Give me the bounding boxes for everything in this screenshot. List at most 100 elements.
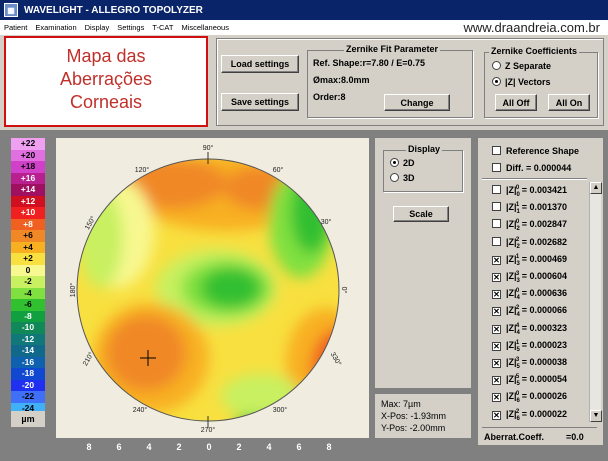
- coefficient-row[interactable]: ✕ |Z|33 = 0.000604: [492, 271, 567, 284]
- zernike-fit-legend: Zernike Fit Parameter: [344, 44, 441, 54]
- all-on-button[interactable]: All On: [548, 94, 590, 111]
- coefficient-row[interactable]: ✕ |Z|51 = 0.000023: [492, 340, 567, 353]
- aberrat-coeff-label: Aberrat.Coeff.: [484, 432, 545, 442]
- scroll-down-icon[interactable]: ▼: [590, 410, 602, 422]
- vectors-radio[interactable]: |Z| Vectors: [492, 77, 551, 87]
- checkbox-checked-icon: ✕: [492, 255, 501, 265]
- scale-button[interactable]: Scale: [393, 206, 449, 222]
- coefficient-value: = 0.000038: [521, 357, 568, 367]
- coefficient-row[interactable]: |Z|20 = 0.002847: [492, 219, 567, 232]
- coefficients-panel: Reference Shape Diff. = 0.000044 |Z|00 =…: [478, 138, 603, 445]
- coefficient-scrollbar[interactable]: ▲ ▼: [589, 182, 602, 422]
- checkbox-checked-icon: ✕: [492, 273, 501, 282]
- scale-cell: +2: [11, 253, 45, 265]
- scale-cell: +10: [11, 207, 45, 219]
- menu-patient[interactable]: Patient: [0, 23, 31, 32]
- zernike-coeffs-legend: Zernike Coefficients: [489, 46, 580, 56]
- coefficient-value: = 0.000022: [521, 408, 568, 419]
- scale-cell: +18: [11, 161, 45, 173]
- radio-circle-icon: [492, 61, 501, 70]
- angle-30: 30°: [321, 218, 332, 226]
- x-axis-ticks: 8 6 4 2 0 2 4 6 8: [56, 440, 369, 454]
- coefficient-row[interactable]: ✕ |Z|44 = 0.000323: [492, 322, 568, 336]
- max-readout: Max: 7µm: [381, 399, 421, 409]
- coefficient-row[interactable]: |Z|22 = 0.002682: [492, 236, 568, 249]
- save-settings-button[interactable]: Save settings: [221, 93, 299, 111]
- change-button[interactable]: Change: [384, 94, 450, 111]
- x-tick: 4: [266, 442, 272, 452]
- order-label: Order:8: [313, 92, 346, 102]
- coefficient-value: = 0.000636: [521, 288, 568, 299]
- zernike-term-label: |Z|44: [506, 322, 520, 336]
- scale-cell: -4: [11, 287, 45, 299]
- coefficient-value: = 0.002682: [521, 236, 568, 247]
- reference-shape-checkbox[interactable]: Reference Shape: [492, 146, 579, 156]
- checkbox-icon: [492, 202, 501, 212]
- coefficient-row[interactable]: ✕ |Z|53 = 0.000038: [492, 357, 567, 370]
- scale-cell: +22: [11, 138, 45, 150]
- load-settings-button[interactable]: Load settings: [221, 55, 299, 73]
- coefficient-row[interactable]: |Z|11 = 0.001370: [492, 202, 567, 215]
- coefficient-row[interactable]: ✕ |Z|31 = 0.000469: [492, 254, 567, 267]
- title-bar: ▦ WAVELIGHT - ALLEGRO TOPOLYZER: [0, 0, 608, 20]
- menu-tcat[interactable]: T-CAT: [148, 23, 177, 32]
- website-watermark: www.draandreia.com.br: [463, 20, 600, 35]
- angle-270: 270°: [201, 426, 216, 434]
- x-tick: 0: [206, 442, 212, 452]
- zernike-term-label: |Z|60: [506, 391, 520, 405]
- zernike-term-label: |Z|00: [506, 185, 520, 198]
- checkbox-icon: [492, 236, 501, 246]
- all-off-button[interactable]: All Off: [495, 94, 537, 111]
- scale-cell: -14: [11, 345, 45, 357]
- radio-circle-icon: [390, 173, 399, 182]
- scale-cell: -18: [11, 368, 45, 380]
- checkbox-icon: [492, 163, 501, 172]
- angle-330: 330°: [329, 351, 343, 368]
- angle-180: 180°: [69, 283, 77, 298]
- scale-cell: +4: [11, 241, 45, 253]
- checkbox-checked-icon: ✕: [492, 376, 501, 386]
- scale-cell: -22: [11, 391, 45, 403]
- scale-unit: µm: [11, 411, 45, 427]
- coefficient-value: = 0.001370: [521, 202, 568, 213]
- divider: [482, 427, 597, 428]
- aberration-map[interactable]: 0° 30° 60° 90° 120° 150° 180° 210° 240° …: [56, 138, 369, 438]
- checkbox-checked-icon: ✕: [492, 393, 501, 403]
- diff-checkbox[interactable]: Diff. = 0.000044: [492, 163, 571, 173]
- menu-settings[interactable]: Settings: [113, 23, 148, 32]
- checkbox-checked-icon: ✕: [492, 410, 501, 420]
- angle-240: 240°: [133, 406, 148, 414]
- coefficient-row[interactable]: ✕ |Z|42 = 0.000066: [492, 305, 567, 318]
- coefficient-value: = 0.003421: [521, 185, 568, 195]
- coefficient-value: = 0.000323: [521, 322, 568, 333]
- menu-display[interactable]: Display: [81, 23, 114, 32]
- scale-cell: -20: [11, 379, 45, 391]
- separate-radio[interactable]: Z Separate: [492, 61, 551, 71]
- scale-cell: +14: [11, 184, 45, 196]
- display-panel: Display 2D 3D Scale: [375, 138, 471, 388]
- zernike-term-label: |Z|40: [506, 288, 520, 301]
- coefficient-row[interactable]: ✕ |Z|40 = 0.000636: [492, 288, 567, 301]
- info-panel: Max: 7µm X-Pos: -1.93mm Y-Pos: -2.00mm: [375, 394, 471, 438]
- checkbox-icon: [492, 146, 501, 155]
- display-legend: Display: [406, 144, 443, 154]
- coefficient-row[interactable]: ✕ |Z|60 = 0.000026: [492, 391, 567, 404]
- divider: [482, 178, 587, 180]
- scale-cell: -12: [11, 333, 45, 345]
- coefficient-row[interactable]: ✕ |Z|55 = 0.000054: [492, 374, 567, 387]
- checkbox-checked-icon: ✕: [492, 341, 501, 351]
- radio-2d[interactable]: 2D: [390, 158, 415, 168]
- menu-miscellaneous[interactable]: Miscellaneous: [177, 23, 233, 32]
- angle-60: 60°: [273, 166, 284, 174]
- radio-selected-icon: [390, 158, 399, 167]
- coefficient-value: = 0.000054: [521, 374, 568, 385]
- checkbox-checked-icon: ✕: [492, 307, 501, 317]
- coefficient-row[interactable]: |Z|00 = 0.003421: [492, 185, 567, 198]
- x-tick: 2: [176, 442, 182, 452]
- ref-shape-label: Ref. Shape:r=7.80 / E=0.75: [313, 58, 426, 68]
- menu-examination[interactable]: Examination: [31, 23, 80, 32]
- scroll-up-icon[interactable]: ▲: [590, 182, 602, 194]
- coefficient-row[interactable]: ✕ |Z|62 = 0.000022: [492, 408, 568, 421]
- radio-3d[interactable]: 3D: [390, 173, 415, 183]
- aberrat-coeff-value: =0.0: [566, 432, 584, 442]
